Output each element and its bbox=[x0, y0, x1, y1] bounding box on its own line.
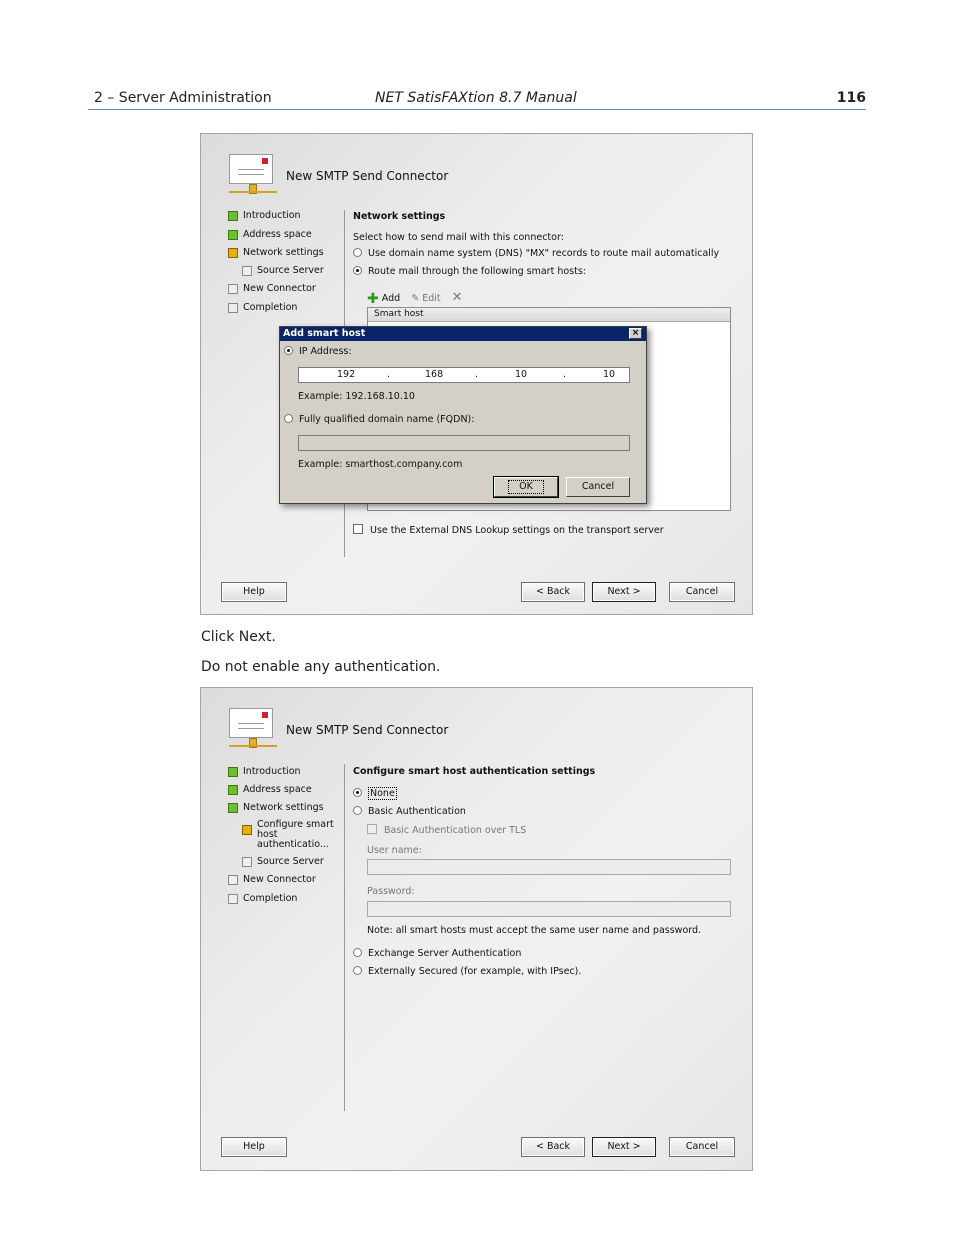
option-basic-auth[interactable]: Basic Authentication bbox=[353, 806, 466, 817]
option-exchange-auth[interactable]: Exchange Server Authentication bbox=[353, 948, 521, 959]
checkbox-icon[interactable] bbox=[353, 524, 363, 534]
prompt-text: Select how to send mail with this connec… bbox=[353, 232, 564, 243]
fqdn-input[interactable] bbox=[298, 435, 630, 451]
step-source-server: Source Server bbox=[242, 856, 324, 867]
option-ip-address[interactable]: IP Address: bbox=[284, 346, 352, 357]
ok-button[interactable]: OK bbox=[493, 476, 559, 498]
page-number: 116 bbox=[836, 90, 866, 106]
ip-octet-4[interactable]: 10 bbox=[603, 369, 615, 380]
cancel-button[interactable]: Cancel bbox=[669, 582, 735, 602]
add-smart-host-dialog: Add smart host × IP Address: 192 . 168 .… bbox=[279, 326, 647, 504]
step-source-server: Source Server bbox=[242, 265, 324, 276]
wizard-title: New SMTP Send Connector bbox=[286, 723, 449, 737]
radio-selected-icon[interactable] bbox=[353, 266, 362, 275]
step-configure-auth: Configure smart host authenticatio... bbox=[242, 820, 347, 850]
radio-selected-icon[interactable] bbox=[284, 346, 293, 355]
external-dns-checkbox[interactable]: Use the External DNS Lookup settings on … bbox=[353, 524, 664, 536]
radio-icon[interactable] bbox=[353, 948, 362, 957]
username-input[interactable] bbox=[367, 859, 731, 875]
ip-octet-2[interactable]: 168 bbox=[425, 369, 443, 380]
manual-title: NET SatisFAXtion 8.7 Manual bbox=[375, 90, 577, 106]
cancel-button[interactable]: Cancel bbox=[669, 1137, 735, 1157]
edit-button[interactable]: ✎ Edit bbox=[411, 293, 440, 304]
option-none[interactable]: None bbox=[353, 787, 397, 800]
radio-icon[interactable] bbox=[353, 806, 362, 815]
ip-example: Example: 192.168.10.10 bbox=[298, 391, 415, 402]
step-pending-icon bbox=[242, 857, 252, 867]
note-text: Note: all smart hosts must accept the sa… bbox=[367, 925, 702, 936]
dialog-cancel-button[interactable]: Cancel bbox=[566, 477, 630, 497]
step-address-space: Address space bbox=[228, 229, 312, 240]
ip-octet-1[interactable]: 192 bbox=[337, 369, 355, 380]
password-input[interactable] bbox=[367, 901, 731, 917]
basic-auth-tls-checkbox[interactable]: Basic Authentication over TLS bbox=[367, 824, 526, 836]
step-done-icon bbox=[228, 211, 238, 221]
connector-wizard-icon bbox=[229, 708, 277, 752]
list-column-header[interactable]: Smart host bbox=[368, 308, 730, 322]
back-button[interactable]: < Back bbox=[521, 1137, 585, 1157]
ip-separator: . bbox=[387, 369, 391, 380]
connector-wizard-icon bbox=[229, 154, 277, 198]
radio-selected-icon[interactable] bbox=[353, 788, 362, 797]
caption-no-auth: Do not enable any authentication. bbox=[201, 659, 441, 675]
option-smarthost[interactable]: Route mail through the following smart h… bbox=[353, 266, 586, 277]
option-externally-secured[interactable]: Externally Secured (for example, with IP… bbox=[353, 966, 581, 977]
page-header: 2 – Server Administration NET SatisFAXti… bbox=[88, 88, 866, 110]
step-address-space: Address space bbox=[228, 784, 312, 795]
ip-separator: . bbox=[475, 369, 479, 380]
plus-icon: ✚ bbox=[367, 291, 379, 307]
divider bbox=[344, 764, 345, 1111]
radio-icon[interactable] bbox=[284, 414, 293, 423]
checkbox-icon[interactable] bbox=[367, 824, 377, 834]
help-button[interactable]: Help bbox=[221, 582, 287, 602]
step-network-settings: Network settings bbox=[228, 247, 324, 258]
option-dns[interactable]: Use domain name system (DNS) "MX" record… bbox=[353, 248, 719, 259]
step-pending-icon bbox=[242, 266, 252, 276]
radio-icon[interactable] bbox=[353, 966, 362, 975]
dialog-titlebar: Add smart host × bbox=[280, 327, 646, 341]
step-done-icon bbox=[228, 230, 238, 240]
step-done-icon bbox=[228, 803, 238, 813]
radio-icon[interactable] bbox=[353, 248, 362, 257]
step-pending-icon bbox=[228, 875, 238, 885]
back-button[interactable]: < Back bbox=[521, 582, 585, 602]
wizard-screenshot-network-settings: New SMTP Send Connector Introduction Add… bbox=[200, 133, 753, 615]
step-new-connector: New Connector bbox=[228, 874, 316, 885]
option-fqdn[interactable]: Fully qualified domain name (FQDN): bbox=[284, 414, 474, 425]
ip-address-input[interactable]: 192 . 168 . 10 . 10 bbox=[298, 367, 630, 383]
section-heading: Configure smart host authentication sett… bbox=[353, 766, 596, 777]
step-introduction: Introduction bbox=[228, 766, 301, 777]
step-pending-icon bbox=[228, 303, 238, 313]
step-done-icon bbox=[228, 785, 238, 795]
step-done-icon bbox=[228, 767, 238, 777]
help-button[interactable]: Help bbox=[221, 1137, 287, 1157]
username-label: User name: bbox=[367, 845, 422, 856]
smarthost-toolbar: ✚ Add ✎ Edit ✕ bbox=[367, 290, 471, 307]
step-completion: Completion bbox=[228, 302, 297, 313]
step-pending-icon bbox=[228, 894, 238, 904]
section-heading: Network settings bbox=[353, 211, 446, 222]
close-icon[interactable]: × bbox=[629, 328, 642, 339]
step-introduction: Introduction bbox=[228, 210, 301, 221]
step-pending-icon bbox=[228, 284, 238, 294]
caption-click-next: Click Next. bbox=[201, 629, 276, 645]
step-new-connector: New Connector bbox=[228, 283, 316, 294]
step-current-icon bbox=[242, 825, 252, 835]
step-current-icon bbox=[228, 248, 238, 258]
add-button[interactable]: ✚ Add bbox=[367, 291, 400, 307]
wizard-screenshot-authentication: New SMTP Send Connector Introduction Add… bbox=[200, 687, 753, 1171]
next-button[interactable]: Next > bbox=[592, 1137, 656, 1157]
ip-octet-3[interactable]: 10 bbox=[515, 369, 527, 380]
password-label: Password: bbox=[367, 886, 415, 897]
section-title: 2 – Server Administration bbox=[94, 90, 272, 106]
pencil-icon: ✎ bbox=[411, 293, 420, 304]
step-network-settings: Network settings bbox=[228, 802, 324, 813]
remove-icon[interactable]: ✕ bbox=[452, 290, 463, 305]
wizard-title: New SMTP Send Connector bbox=[286, 169, 449, 183]
step-completion: Completion bbox=[228, 893, 297, 904]
ip-separator: . bbox=[563, 369, 567, 380]
next-button[interactable]: Next > bbox=[592, 582, 656, 602]
fqdn-example: Example: smarthost.company.com bbox=[298, 459, 463, 470]
